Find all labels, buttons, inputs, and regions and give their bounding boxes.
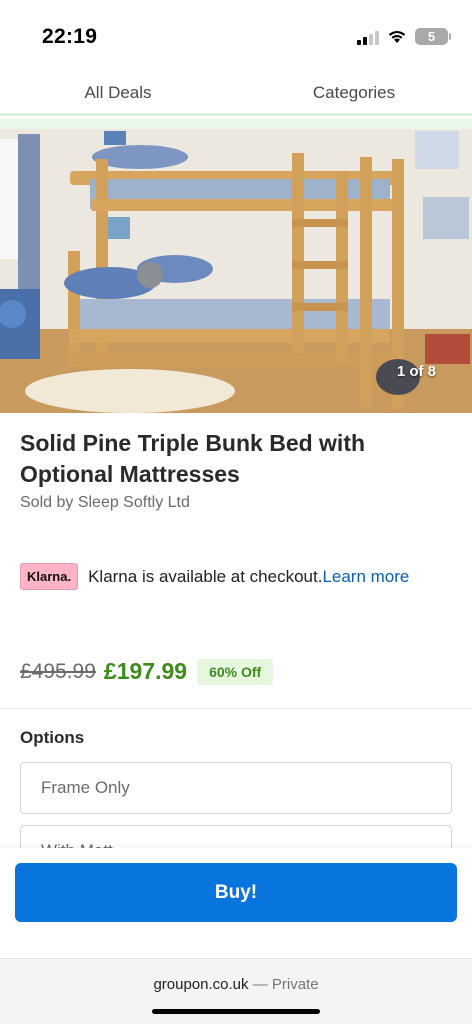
image-counter: 1 of 8 — [396, 363, 436, 380]
sale-price: £197.99 — [103, 658, 188, 684]
wifi-icon — [388, 31, 406, 43]
options-label: Options — [20, 728, 85, 747]
klarna-logo: Klarna. — [20, 563, 79, 590]
status-icons: 5 — [357, 28, 451, 45]
home-indicator[interactable] — [152, 1009, 320, 1014]
banner-strip — [0, 119, 472, 129]
price-row: £495.99 £197.99 60% Off — [20, 658, 274, 685]
discount-badge: 60% Off — [197, 658, 274, 685]
status-bar: 22:19 5 — [0, 0, 472, 72]
option-frame-only[interactable]: Frame Only — [20, 762, 452, 814]
private-mode-label: Private — [271, 976, 319, 993]
product-image-carousel[interactable]: 1 of 8 — [0, 129, 472, 413]
buy-button[interactable]: Buy! — [15, 863, 457, 922]
url-display[interactable]: groupon.co.uk — Private — [0, 976, 472, 993]
url-separator: — — [252, 976, 268, 993]
battery-icon: 5 — [415, 28, 451, 45]
browser-url-bar[interactable]: groupon.co.uk — Private — [0, 958, 472, 1024]
divider — [0, 708, 472, 709]
klarna-row: Klarna. Klarna is available at checkout.… — [20, 563, 409, 590]
seller-name: Sold by Sleep Softly Ltd — [20, 494, 190, 511]
tab-nav: All Deals Categories — [0, 72, 472, 116]
tab-all-deals[interactable]: All Deals — [0, 72, 236, 113]
tab-categories[interactable]: Categories — [236, 72, 472, 113]
original-price: £495.99 — [20, 659, 96, 683]
buy-panel: Buy! — [0, 848, 472, 958]
status-time: 22:19 — [42, 25, 98, 48]
klarna-learn-more-link[interactable]: Learn more — [322, 567, 409, 586]
klarna-message: Klarna is available at checkout.Learn mo… — [88, 567, 409, 587]
signal-icon — [357, 29, 379, 45]
battery-level: 5 — [427, 29, 436, 44]
product-title: Solid Pine Triple Bunk Bed with Optional… — [20, 430, 366, 487]
url-domain: groupon.co.uk — [153, 976, 249, 993]
klarna-text: Klarna is available at checkout. — [88, 566, 323, 586]
